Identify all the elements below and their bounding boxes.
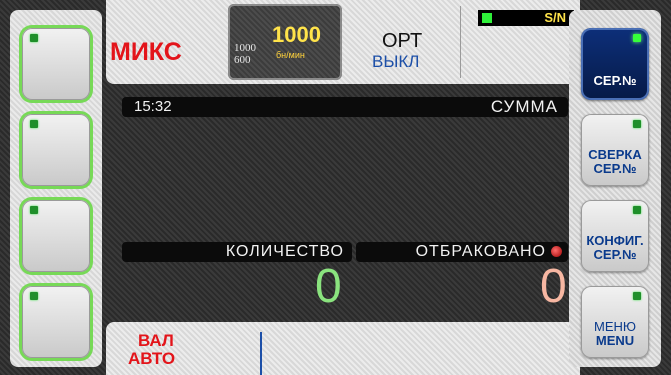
menu-button[interactable]: МЕНЮ MENU [581, 286, 649, 358]
serial-check-button-label: СВЕРКА СЕР.№ [588, 147, 642, 176]
ort-title: ОРТ [382, 30, 423, 52]
status-led-icon [30, 120, 38, 128]
top-status-bar: МИКС 1000 600 1000 бн/мин ОРТ ВЫКЛ S/N [106, 0, 580, 84]
currency-label: ВАЛ [138, 331, 174, 350]
speed-selector-button[interactable]: 1000 600 1000 бн/мин [228, 4, 342, 80]
count-label: КОЛИЧЕСТВО [225, 243, 344, 260]
serial-number-button[interactable]: СЕР.№ [581, 28, 649, 100]
selected-speed: 1000 [272, 22, 321, 47]
rejected-bar: ОТБРАКОВАНО [356, 242, 568, 262]
clock-time: 15:32 [134, 98, 172, 115]
rejected-indicator-icon [551, 246, 562, 257]
mix-mode-label[interactable]: МИКС [110, 38, 182, 67]
top-divider [460, 6, 461, 78]
serial-number-indicator: S/N [478, 10, 574, 26]
serial-check-button[interactable]: СВЕРКА СЕР.№ [581, 114, 649, 186]
bottom-divider [260, 332, 262, 375]
bottom-bar: ВАЛ АВТО [106, 322, 580, 375]
ort-state: ВЫКЛ [372, 52, 420, 71]
status-led-icon [633, 206, 641, 214]
speed-unit: бн/мин [276, 50, 305, 60]
sn-label: S/N [544, 10, 566, 25]
speed-option-high: 1000 [234, 42, 256, 54]
status-led-icon [633, 292, 641, 300]
counter-screen: МИКС 1000 600 1000 бн/мин ОРТ ВЫКЛ S/N 1… [0, 0, 671, 375]
auto-label: АВТО [128, 349, 176, 368]
time-sum-bar: 15:32 СУММА [122, 97, 568, 117]
sn-led-icon [482, 13, 492, 23]
serial-config-button[interactable]: КОНФИГ. СЕР.№ [581, 200, 649, 272]
count-bar: КОЛИЧЕСТВО [122, 242, 352, 262]
left-function-button-3[interactable] [22, 200, 90, 272]
status-led-icon [30, 34, 38, 42]
rejected-label: ОТБРАКОВАНО [415, 243, 546, 260]
serial-number-button-label: СЕР.№ [593, 73, 637, 88]
right-function-panel: СЕР.№ СВЕРКА СЕР.№ КОНФИГ. СЕР.№ МЕНЮ ME… [569, 10, 661, 367]
count-value: 0 [315, 260, 342, 313]
status-led-icon [30, 206, 38, 214]
left-function-button-2[interactable] [22, 114, 90, 186]
status-led-icon [633, 120, 641, 128]
speed-option-low: 600 [234, 54, 251, 66]
menu-button-label: МЕНЮ MENU [593, 319, 637, 348]
status-led-icon [30, 292, 38, 300]
status-led-icon [633, 34, 641, 42]
left-function-button-4[interactable] [22, 286, 90, 358]
left-function-panel [10, 10, 102, 367]
serial-config-button-label: КОНФИГ. СЕР.№ [586, 233, 644, 262]
sum-label: СУММА [490, 97, 558, 116]
rejected-value: 0 [540, 260, 567, 313]
left-function-button-1[interactable] [22, 28, 90, 100]
